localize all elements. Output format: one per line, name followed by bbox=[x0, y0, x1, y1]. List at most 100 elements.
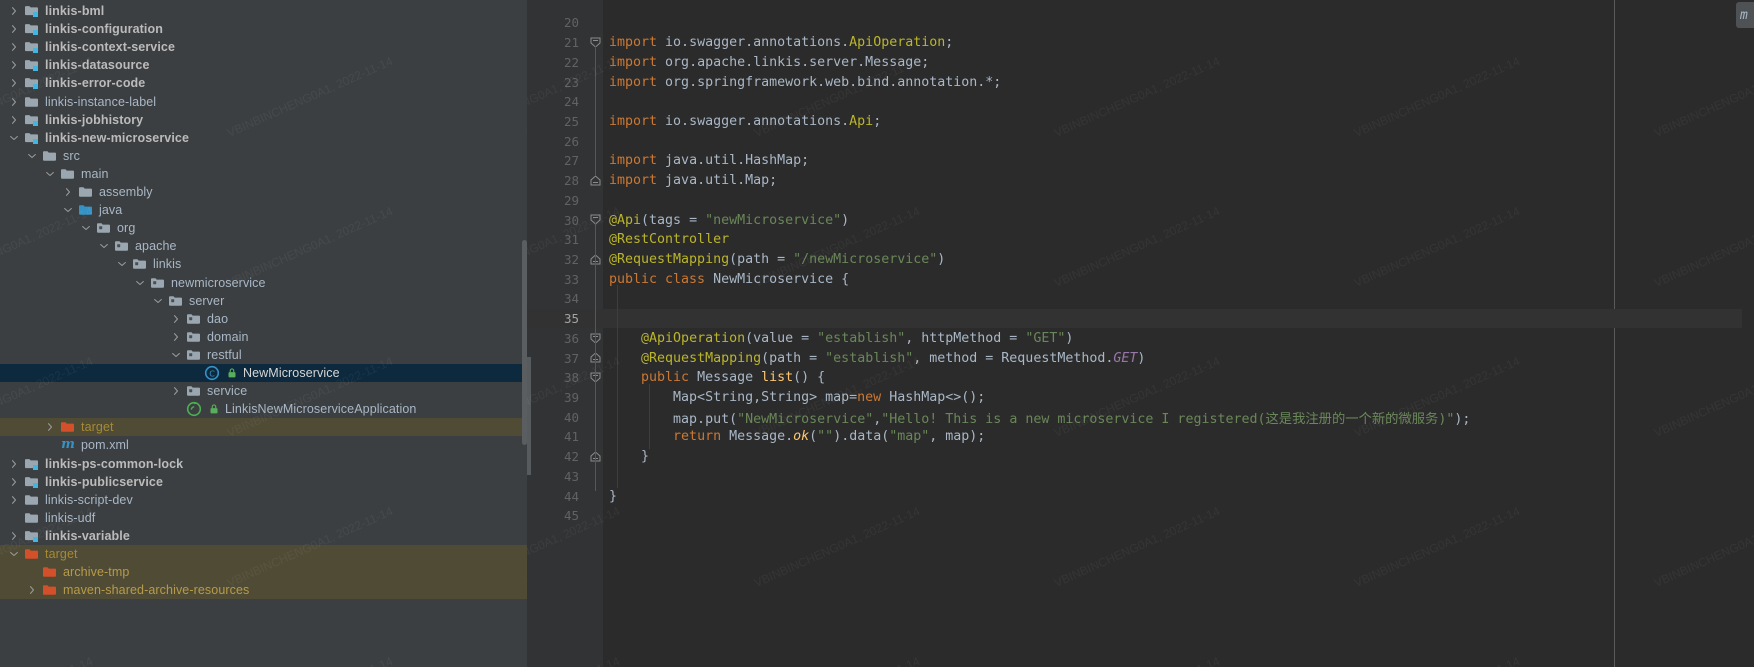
tree-item-linkis-jobhistory[interactable]: linkis-jobhistory bbox=[0, 111, 527, 129]
tree-item-linkis-error-code[interactable]: linkis-error-code bbox=[0, 74, 527, 92]
code-line-35[interactable]: 35 bbox=[527, 308, 1754, 329]
tree-item-dao[interactable]: dao bbox=[0, 310, 527, 328]
chevron-down-icon[interactable] bbox=[26, 150, 38, 162]
tree-item-newmicroservice[interactable]: C NewMicroservice bbox=[0, 364, 527, 382]
tree-item-archive-tmp[interactable]: archive-tmp bbox=[0, 563, 527, 582]
tree-item-server[interactable]: server bbox=[0, 292, 527, 310]
tree-item-linkis-variable[interactable]: linkis-variable bbox=[0, 527, 527, 545]
chevron-down-icon[interactable] bbox=[98, 240, 110, 252]
chevron-down-icon[interactable] bbox=[62, 204, 74, 216]
code-line-33[interactable]: 33 public class NewMicroservice { bbox=[527, 269, 1754, 289]
chevron-right-icon[interactable] bbox=[8, 59, 20, 71]
chevron-down-icon[interactable] bbox=[116, 258, 128, 270]
chevron-right-icon[interactable] bbox=[8, 530, 20, 542]
code-line-37[interactable]: 37 @RequestMapping(path = "establish", m… bbox=[527, 348, 1754, 368]
code-line-44[interactable]: 44} bbox=[527, 486, 1754, 506]
chevron-right-icon[interactable] bbox=[8, 494, 20, 506]
code-line-39[interactable]: 39 Map<String,String> map=new HashMap<>(… bbox=[527, 388, 1754, 408]
maven-module-icon bbox=[24, 130, 40, 146]
code-line-24[interactable]: 24 bbox=[527, 92, 1754, 112]
tree-item-target[interactable]: target bbox=[0, 545, 527, 563]
chevron-right-icon[interactable] bbox=[26, 584, 38, 596]
tree-item-label: pom.xml bbox=[81, 438, 129, 453]
tree-item-linkis-context-service[interactable]: linkis-context-service bbox=[0, 38, 527, 56]
code-line-38[interactable]: 38 public Message list() { bbox=[527, 368, 1754, 388]
chevron-down-icon[interactable] bbox=[134, 277, 146, 289]
code-lines-container[interactable]: 20 21 import io.swagger.annotations.ApiOpe… bbox=[527, 0, 1754, 667]
chevron-right-icon[interactable] bbox=[8, 41, 20, 53]
tree-item-linkis[interactable]: linkis bbox=[0, 255, 527, 273]
tree-item-linkis-udf[interactable]: linkis-udf bbox=[0, 509, 527, 527]
excluded-folder-icon bbox=[42, 564, 58, 580]
code-line-36[interactable]: 36 @ApiOperation(value = "establish", ht… bbox=[527, 329, 1754, 349]
tree-item-label: org bbox=[117, 221, 136, 236]
editor-marker-bar[interactable] bbox=[1742, 0, 1754, 667]
chevron-down-icon[interactable] bbox=[8, 132, 20, 144]
tree-item-linkis-ps-common-lock[interactable]: linkis-ps-common-lock bbox=[0, 455, 527, 473]
code-line-34[interactable]: 34 bbox=[527, 289, 1754, 309]
code-line-27[interactable]: 27 import java.util.HashMap; bbox=[527, 151, 1754, 171]
tree-item-service[interactable]: service bbox=[0, 382, 527, 400]
tree-item-maven-shared-archive-resources[interactable]: maven-shared-archive-resources bbox=[0, 581, 527, 600]
chevron-right-icon[interactable] bbox=[8, 77, 20, 89]
code-line-20[interactable]: 20 bbox=[527, 13, 1754, 33]
code-line-28[interactable]: 28 import java.util.Map; bbox=[527, 171, 1754, 191]
tree-item-main[interactable]: main bbox=[0, 165, 527, 183]
tree-item-linkis-publicservice[interactable]: linkis-publicservice bbox=[0, 473, 527, 491]
code-line-29[interactable]: 29 bbox=[527, 190, 1754, 210]
chevron-down-icon[interactable] bbox=[152, 295, 164, 307]
chevron-right-icon[interactable] bbox=[8, 458, 20, 470]
chevron-right-icon[interactable] bbox=[8, 23, 20, 35]
code-line-31[interactable]: 31 @RestController bbox=[527, 230, 1754, 250]
chevron-right-icon[interactable] bbox=[8, 476, 20, 488]
code-line-23[interactable]: 23 import org.springframework.web.bind.an… bbox=[527, 72, 1754, 92]
chevron-right-icon[interactable] bbox=[170, 385, 182, 397]
tree-item-restful[interactable]: restful bbox=[0, 346, 527, 364]
chevron-down-icon[interactable] bbox=[44, 168, 56, 180]
tree-item-linkis-bml[interactable]: linkis-bml bbox=[0, 2, 527, 20]
token-cls: org.apache.linkis.server.Message; bbox=[665, 54, 930, 70]
chevron-down-icon[interactable] bbox=[8, 548, 20, 560]
tree-item-linkis-new-microservice[interactable]: linkis-new-microservice bbox=[0, 129, 527, 147]
chevron-right-icon[interactable] bbox=[44, 421, 56, 433]
tree-item-linkisnewmicroserviceapplication[interactable]: LinkisNewMicroserviceApplication bbox=[0, 400, 527, 418]
code-line-26[interactable]: 26 bbox=[527, 131, 1754, 151]
code-line-25[interactable]: 25 import io.swagger.annotations.Api; bbox=[527, 112, 1754, 132]
ide-window: linkis-bml linkis-configuration linkis-con… bbox=[0, 0, 1754, 667]
code-line-22[interactable]: 22 import org.apache.linkis.server.Messag… bbox=[527, 52, 1754, 72]
code-editor-panel[interactable]: 20 21 import io.swagger.annotations.ApiOpe… bbox=[527, 0, 1754, 667]
code-line-40[interactable]: 40 map.put("NewMicroservice","Hello! Thi… bbox=[527, 407, 1754, 427]
chevron-right-icon[interactable] bbox=[62, 186, 74, 198]
tree-item-apache[interactable]: apache bbox=[0, 237, 527, 255]
tree-item-linkis-instance-label[interactable]: linkis-instance-label bbox=[0, 93, 527, 111]
chevron-right-icon[interactable] bbox=[8, 114, 20, 126]
tree-item-target[interactable]: target bbox=[0, 418, 527, 437]
chevron-right-icon[interactable] bbox=[170, 331, 182, 343]
fold-expand-icon[interactable] bbox=[590, 175, 601, 186]
chevron-right-icon[interactable] bbox=[170, 313, 182, 325]
code-line-43[interactable]: 43 bbox=[527, 467, 1754, 487]
chevron-down-icon[interactable] bbox=[170, 349, 182, 361]
token-str: "newMicroservice" bbox=[705, 212, 842, 228]
tree-item-newmicroservice[interactable]: newmicroservice bbox=[0, 274, 527, 292]
code-line-41[interactable]: 41 return Message.ok("").data("map", map… bbox=[527, 427, 1754, 447]
code-line-45[interactable]: 45 bbox=[527, 506, 1754, 526]
tree-item-org[interactable]: org bbox=[0, 219, 527, 237]
tree-item-pom-xml[interactable]: m pom.xml bbox=[0, 436, 527, 454]
code-line-42[interactable]: 42 } bbox=[527, 447, 1754, 467]
project-tree-panel[interactable]: linkis-bml linkis-configuration linkis-con… bbox=[0, 0, 527, 667]
editor-tab-fragment[interactable]: m bbox=[1736, 2, 1754, 28]
tree-item-src[interactable]: src bbox=[0, 147, 527, 165]
tree-item-domain[interactable]: domain bbox=[0, 328, 527, 346]
chevron-down-icon[interactable] bbox=[80, 222, 92, 234]
tree-item-java[interactable]: java bbox=[0, 201, 527, 219]
code-line-32[interactable]: 32 @RequestMapping(path = "/newMicroservi… bbox=[527, 250, 1754, 270]
code-line-21[interactable]: 21 import io.swagger.annotations.ApiOpera… bbox=[527, 33, 1754, 53]
tree-item-linkis-configuration[interactable]: linkis-configuration bbox=[0, 20, 527, 38]
chevron-right-icon[interactable] bbox=[8, 96, 20, 108]
code-line-30[interactable]: 30 @Api(tags = "newMicroservice") bbox=[527, 210, 1754, 230]
tree-item-linkis-script-dev[interactable]: linkis-script-dev bbox=[0, 491, 527, 509]
chevron-right-icon[interactable] bbox=[8, 5, 20, 17]
tree-item-assembly[interactable]: assembly bbox=[0, 183, 527, 201]
tree-item-linkis-datasource[interactable]: linkis-datasource bbox=[0, 56, 527, 74]
